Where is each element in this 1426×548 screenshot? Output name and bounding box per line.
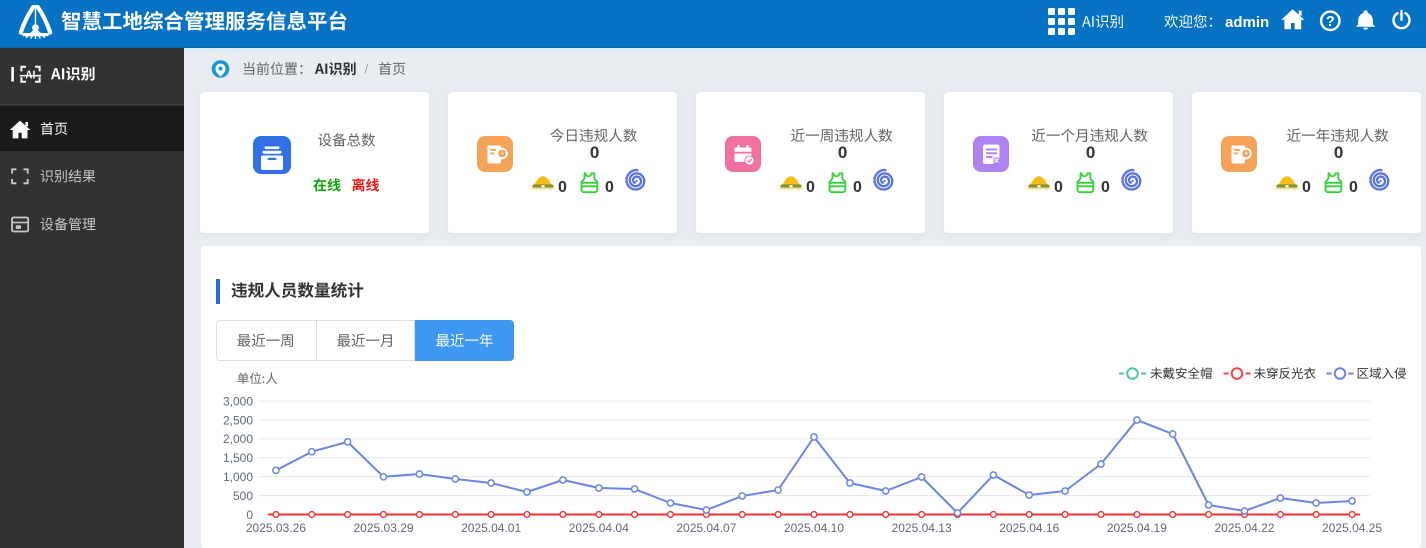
svg-text:2025.04.01: 2025.04.01 [461,521,521,535]
svg-text:3,000: 3,000 [223,394,253,408]
svg-text:2025.04.07: 2025.04.07 [676,521,736,535]
svg-text:0: 0 [1086,143,1095,162]
svg-text:0: 0 [246,508,253,522]
svg-text:500: 500 [233,489,253,503]
svg-text:1,500: 1,500 [223,451,253,465]
svg-text:0: 0 [1101,179,1110,196]
svg-text:?: ? [1326,14,1335,30]
svg-text:2025.03.29: 2025.03.29 [353,521,413,535]
svg-text:2025.04.22: 2025.04.22 [1214,521,1274,535]
svg-text:/: / [365,62,369,77]
svg-text:2,500: 2,500 [223,413,253,427]
svg-text:0: 0 [853,179,862,196]
svg-text:2025.04.04: 2025.04.04 [569,521,629,535]
svg-text:2025.04.13: 2025.04.13 [892,521,952,535]
svg-text:0: 0 [558,179,567,196]
svg-text:0: 0 [605,179,614,196]
svg-text:2025.03.26: 2025.03.26 [246,521,306,535]
svg-text:2025.04.19: 2025.04.19 [1107,521,1167,535]
svg-text:2025.04.10: 2025.04.10 [784,521,844,535]
svg-text:0: 0 [590,143,599,162]
svg-text:0: 0 [838,143,847,162]
svg-text:0: 0 [1349,179,1358,196]
svg-text:2025.04.16: 2025.04.16 [999,521,1059,535]
svg-text:0: 0 [1302,179,1311,196]
svg-text:2,000: 2,000 [223,432,253,446]
svg-text:1,000: 1,000 [223,470,253,484]
svg-text:0: 0 [806,179,815,196]
svg-text:2025.04.25: 2025.04.25 [1322,521,1382,535]
svg-text:admin: admin [1225,14,1269,31]
svg-text:0: 0 [1054,179,1063,196]
svg-text:0: 0 [1334,143,1343,162]
